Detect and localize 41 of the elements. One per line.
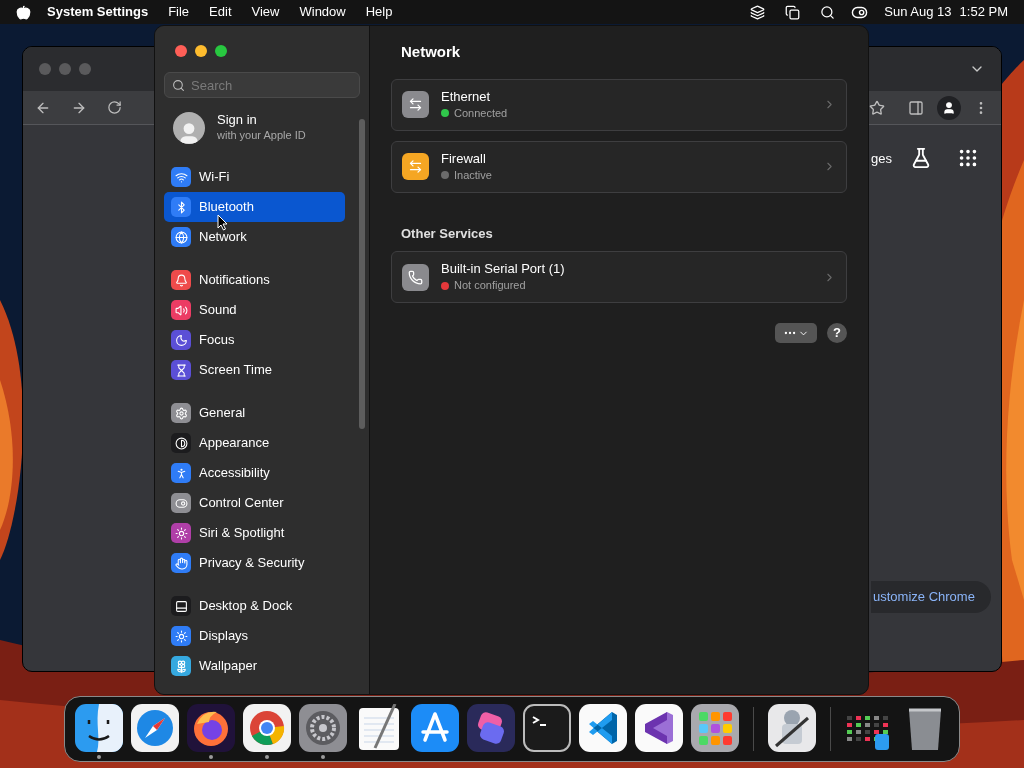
service-row[interactable]: Ethernet Connected	[391, 78, 847, 131]
sidebar-item[interactable]: Screen Time	[164, 355, 345, 385]
service-row[interactable]: Firewall Inactive	[391, 140, 847, 193]
sidebar-item[interactable]: Appearance	[164, 428, 345, 458]
sidebar-item[interactable]: Focus	[164, 325, 345, 355]
service-status: Inactive	[454, 167, 492, 183]
sidebar-item[interactable]: General	[164, 398, 345, 428]
app-menu[interactable]: System Settings	[47, 2, 149, 22]
menu-date[interactable]: Sun Aug 13	[884, 2, 952, 22]
service-row[interactable]: Built-in Serial Port (1) Not configured	[391, 251, 847, 303]
menu-time[interactable]: 1:52 PM	[959, 2, 1008, 22]
sidebar-item[interactable]: Wi-Fi	[164, 162, 345, 192]
menu-item[interactable]: File	[168, 2, 190, 22]
sidebar-item[interactable]: Privacy & Security	[164, 548, 345, 578]
menu-item[interactable]: Help	[365, 2, 393, 22]
menu-item[interactable]: Window	[299, 2, 346, 22]
sidebar-item[interactable]: Desktop & Dock	[164, 591, 345, 621]
service-name: Built-in Serial Port (1)	[441, 260, 565, 278]
sidebar-item[interactable]: Bluetooth	[164, 192, 345, 222]
sign-in-subtitle: with your Apple ID	[217, 128, 306, 144]
menu-item[interactable]: Edit	[209, 2, 232, 22]
menu-item[interactable]: View	[251, 2, 280, 22]
sidebar-item[interactable]: Sound	[164, 295, 345, 325]
page-title: Network	[401, 42, 462, 62]
sidebar-item[interactable]: Wallpaper	[164, 651, 345, 681]
customize-chrome-button[interactable]: ustomize Chrome	[871, 581, 991, 613]
sidebar-item[interactable]: Displays	[164, 621, 345, 651]
sidebar-item[interactable]: Accessibility	[164, 458, 345, 488]
shortcut-link[interactable]: ges	[871, 149, 892, 169]
sidebar-item[interactable]: Control Center	[164, 488, 345, 518]
help-button[interactable]: ?	[827, 323, 847, 343]
service-status: Not configured	[454, 278, 526, 294]
sidebar-item[interactable]: Siri & Spotlight	[164, 518, 345, 548]
sign-in-title[interactable]: Sign in	[217, 112, 306, 128]
service-status: Connected	[454, 105, 508, 121]
service-name: Ethernet	[441, 87, 492, 105]
section-title: Other Services	[401, 224, 494, 243]
service-name: Firewall	[441, 149, 487, 167]
sidebar-item[interactable]: Notifications	[164, 265, 345, 295]
sidebar-item[interactable]: Network	[164, 222, 345, 252]
search-field[interactable]: Search	[164, 72, 360, 98]
